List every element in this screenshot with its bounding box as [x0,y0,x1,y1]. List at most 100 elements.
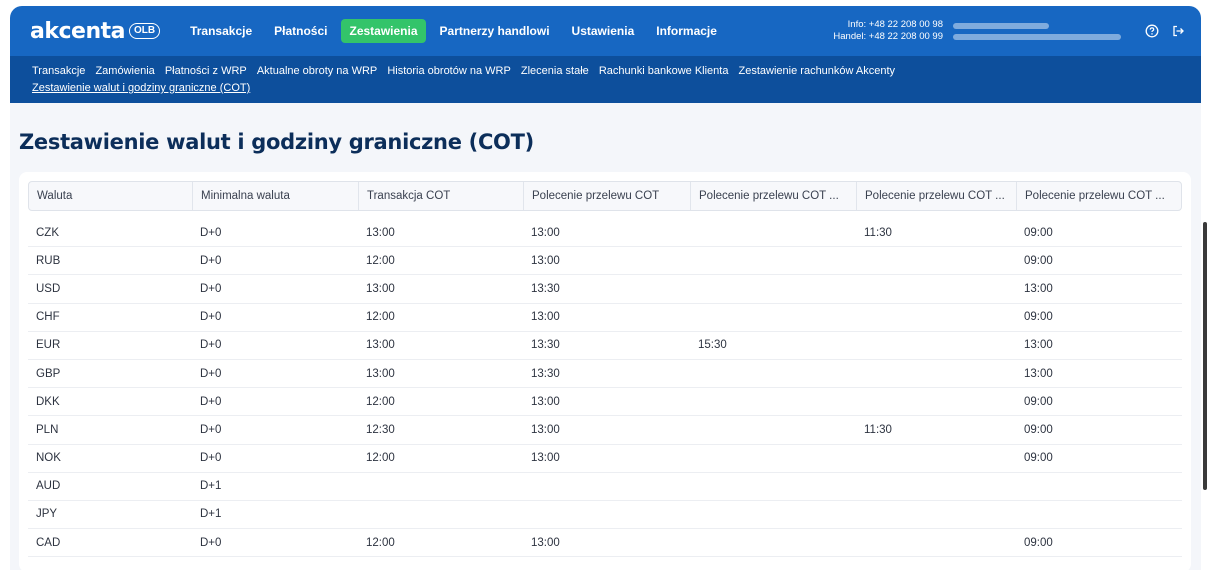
table-row[interactable]: CZK D+0 13:00 13:00 11:30 09:00 [28,219,1182,248]
table-cell: GBP [36,367,61,380]
table-cell: 13:30 [531,339,560,352]
nav-informacje[interactable]: Informacje [648,19,725,43]
table-cell: 13:00 [531,311,560,324]
table-cell: PLN [36,423,59,436]
table-cell [690,304,856,331]
table-row[interactable]: CHF D+0 12:00 13:00 09:00 [28,304,1182,332]
table-cell [690,473,856,500]
table-cell: 13:00 [531,423,560,436]
nav-partnerzy-handlowi[interactable]: Partnerzy handlowi [432,19,558,43]
table-row[interactable]: USD D+0 13:00 13:30 13:00 [28,275,1182,304]
column-header-waluta[interactable]: Waluta [29,182,193,210]
table-cell: 11:30 [864,226,892,239]
table-cell: 15:30 [698,339,727,352]
table-cell [690,416,856,443]
table-cell: 13:00 [531,226,560,239]
table-row[interactable]: AUD D+1 [28,473,1182,501]
table-cell [856,473,1016,500]
redacted-line [953,33,1121,40]
table-row[interactable]: JPY D+1 [28,501,1182,530]
table-cell: EUR [36,339,61,352]
table-cell: 13:30 [531,367,560,380]
table-cell: 13:00 [531,395,560,408]
table-cell: 09:00 [1024,254,1053,267]
nav-transakcje[interactable]: Transakcje [182,19,260,43]
table-row[interactable]: EUR D+0 13:00 13:30 15:30 13:00 [28,332,1182,360]
table-cell: D+0 [200,254,222,267]
table-cell [856,332,1016,359]
help-circle-icon[interactable] [1141,20,1163,42]
table-row[interactable]: DKK D+0 12:00 13:00 09:00 [28,388,1182,417]
main-nav: Transakcje Płatności Zestawienia Partner… [182,19,725,43]
table-row[interactable]: PLN D+0 12:30 13:00 11:30 09:00 [28,416,1182,445]
subnav-zestawienie-rachunkow[interactable]: Zestawienie rachunków Akcenty [739,63,896,80]
table-cell: D+0 [200,282,222,295]
table-cell: 09:00 [1024,311,1053,324]
akcenta-logo[interactable]: akcenta OLB [30,18,161,44]
table-cell: 12:00 [366,536,395,549]
table-row[interactable]: CAD D+0 12:00 13:00 09:00 [28,529,1182,558]
table-cell [856,445,1016,472]
nav-ustawienia[interactable]: Ustawienia [564,19,643,43]
table-cell: 13:00 [531,536,560,549]
subnav-transakcje[interactable]: Transakcje [32,63,85,80]
contact-trade-phone: Handel: +48 22 208 00 99 [833,31,943,42]
currency-table-card: Waluta Minimalna waluta Transakcja COT P… [19,172,1191,572]
table-cell: 13:00 [366,367,395,380]
logout-icon[interactable] [1167,20,1189,42]
redacted-user-info [953,22,1121,40]
table-cell: 13:00 [1024,367,1053,380]
column-header-polecenie-przelewu-cot-3[interactable]: Polecenie przelewu COT ... [857,182,1017,210]
table-row[interactable]: GBP D+0 13:00 13:30 13:00 [28,360,1182,389]
subnav-platnosci-z-wrp[interactable]: Płatności z WRP [165,63,247,80]
table-cell [690,247,856,274]
column-header-polecenie-przelewu-cot-4[interactable]: Polecenie przelewu COT ... [1017,182,1181,210]
table-cell: 13:00 [1024,339,1053,352]
table-cell: D+0 [200,536,222,549]
table-cell: 13:00 [531,254,560,267]
subnav-historia-obrotow[interactable]: Historia obrotów na WRP [387,63,511,80]
logo-badge: OLB [128,23,161,39]
table-cell: D+0 [200,452,222,465]
table-cell: D+1 [200,480,222,493]
column-header-minimalna-waluta[interactable]: Minimalna waluta [193,182,359,210]
subnav-zlecenia-stale[interactable]: Zlecenia stałe [521,63,589,80]
table-cell: 13:30 [531,282,560,295]
nav-zestawienia[interactable]: Zestawienia [341,19,426,43]
table-cell: 09:00 [1024,423,1053,436]
table-body: CZK D+0 13:00 13:00 11:30 09:00 RUB D+0 12:00 13:… [28,219,1182,558]
table-cell: 09:00 [1024,452,1053,465]
table-cell: 09:00 [1024,226,1053,239]
table-cell: CZK [36,226,59,239]
subnav-zamowienia[interactable]: Zamówienia [95,63,154,80]
table-header: Waluta Minimalna waluta Transakcja COT P… [28,181,1182,211]
table-cell: JPY [36,508,58,521]
column-header-polecenie-przelewu-cot-2[interactable]: Polecenie przelewu COT ... [691,182,857,210]
table-row[interactable]: RUB D+0 12:00 13:00 09:00 [28,247,1182,276]
table-row[interactable]: NOK D+0 12:00 13:00 09:00 [28,445,1182,473]
logo-wordmark: akcenta [30,18,125,44]
subnav-rachunki-bankowe[interactable]: Rachunki bankowe Klienta [599,63,729,80]
table-cell: D+1 [200,508,222,521]
table-cell: 13:00 [1024,282,1053,295]
table-cell: AUD [36,480,61,493]
table-cell: D+0 [200,423,222,436]
table-cell: 13:00 [366,226,395,239]
table-cell [856,388,1016,415]
table-cell [1016,473,1180,500]
table-scrollbar[interactable] [1203,222,1207,490]
table-cell [856,501,1016,528]
table-cell: CAD [36,536,61,549]
table-cell [690,275,856,302]
table-cell [523,501,690,528]
column-header-polecenie-przelewu-cot[interactable]: Polecenie przelewu COT [524,182,691,210]
table-cell: 13:00 [531,452,560,465]
page-title: Zestawienie walut i godziny graniczne (C… [19,130,534,154]
subnav-zestawienie-walut[interactable]: Zestawienie walut i godziny graniczne (C… [32,80,250,97]
column-header-transakcja-cot[interactable]: Transakcja COT [359,182,524,210]
nav-platnosci[interactable]: Płatności [266,19,335,43]
table-cell: D+0 [200,367,222,380]
table-cell [690,360,856,387]
subnav-aktualne-obroty[interactable]: Aktualne obroty na WRP [257,63,377,80]
table-cell: 11:30 [864,423,892,436]
